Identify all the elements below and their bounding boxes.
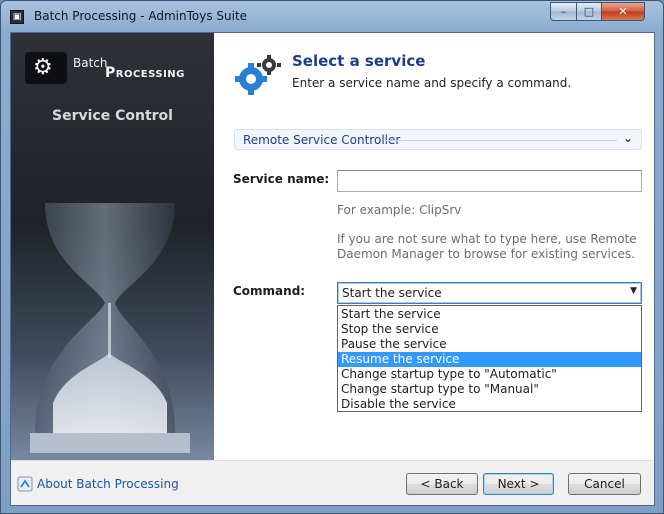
app-icon[interactable]: ▣ — [10, 10, 24, 24]
title-bar[interactable]: ▣ Batch Processing - AdminToys Suite – □… — [1, 1, 663, 31]
window-title: Batch Processing - AdminToys Suite — [34, 9, 248, 23]
command-select[interactable]: Start the service ▼ — [337, 282, 642, 304]
page-title: Select a service — [292, 52, 426, 70]
page-description: Enter a service name and specify a comma… — [292, 76, 572, 90]
command-option[interactable]: Disable the service — [338, 397, 641, 412]
example-hint: For example: ClipSrv — [337, 203, 462, 217]
minimize-button[interactable]: – — [550, 2, 577, 21]
command-option[interactable]: Start the service — [338, 307, 641, 322]
command-option[interactable]: Stop the service — [338, 322, 641, 337]
about-link[interactable]: About Batch Processing — [37, 477, 179, 491]
command-label: Command: — [233, 284, 306, 298]
hourglass-illustration — [30, 203, 190, 453]
section-divider — [385, 140, 617, 141]
command-option[interactable]: Pause the service — [338, 337, 641, 352]
chevron-down-icon[interactable]: ⌄ — [623, 131, 633, 145]
command-option[interactable]: Change startup type to "Manual" — [338, 382, 641, 397]
command-option-highlighted[interactable]: Resume the service — [338, 352, 641, 367]
help-text-line1: If you are not sure what to type here, u… — [337, 232, 637, 246]
help-text-line2: Daemon Manager to browse for existing se… — [337, 247, 635, 261]
section-label: Remote Service Controller — [243, 133, 401, 147]
brand-small: Batch — [73, 56, 108, 70]
cancel-button[interactable]: Cancel — [568, 473, 641, 495]
sidebar-banner: ⚙ Batch Processing Service Control — [11, 33, 214, 460]
info-icon — [17, 476, 33, 492]
dropdown-arrow-icon[interactable]: ▼ — [630, 286, 637, 296]
maximize-button[interactable]: □ — [576, 2, 602, 21]
back-button[interactable]: < Back — [406, 473, 478, 495]
command-option[interactable]: Change startup type to "Automatic" — [338, 367, 641, 382]
app-window: ▣ Batch Processing - AdminToys Suite – □… — [0, 0, 664, 514]
next-button[interactable]: Next > — [483, 473, 554, 495]
gears-icon — [235, 55, 281, 95]
close-button[interactable]: ✕ — [601, 2, 645, 21]
service-name-input[interactable] — [337, 170, 642, 192]
command-selected-value: Start the service — [342, 286, 442, 300]
wizard-footer: About Batch Processing < Back Next > Can… — [11, 460, 654, 505]
logo: ⚙ — [25, 52, 67, 84]
gear-icon: ⚙ — [33, 55, 53, 80]
command-dropdown-list: Start the service Stop the service Pause… — [337, 305, 642, 412]
brand-big: Processing — [105, 65, 185, 81]
service-name-label: Service name: — [233, 172, 330, 186]
wizard-client-area: ⚙ Batch Processing Service Control Selec… — [10, 32, 655, 506]
section-header[interactable]: Remote Service Controller ⌄ — [234, 129, 642, 150]
sidebar-subtitle: Service Control — [52, 108, 173, 124]
